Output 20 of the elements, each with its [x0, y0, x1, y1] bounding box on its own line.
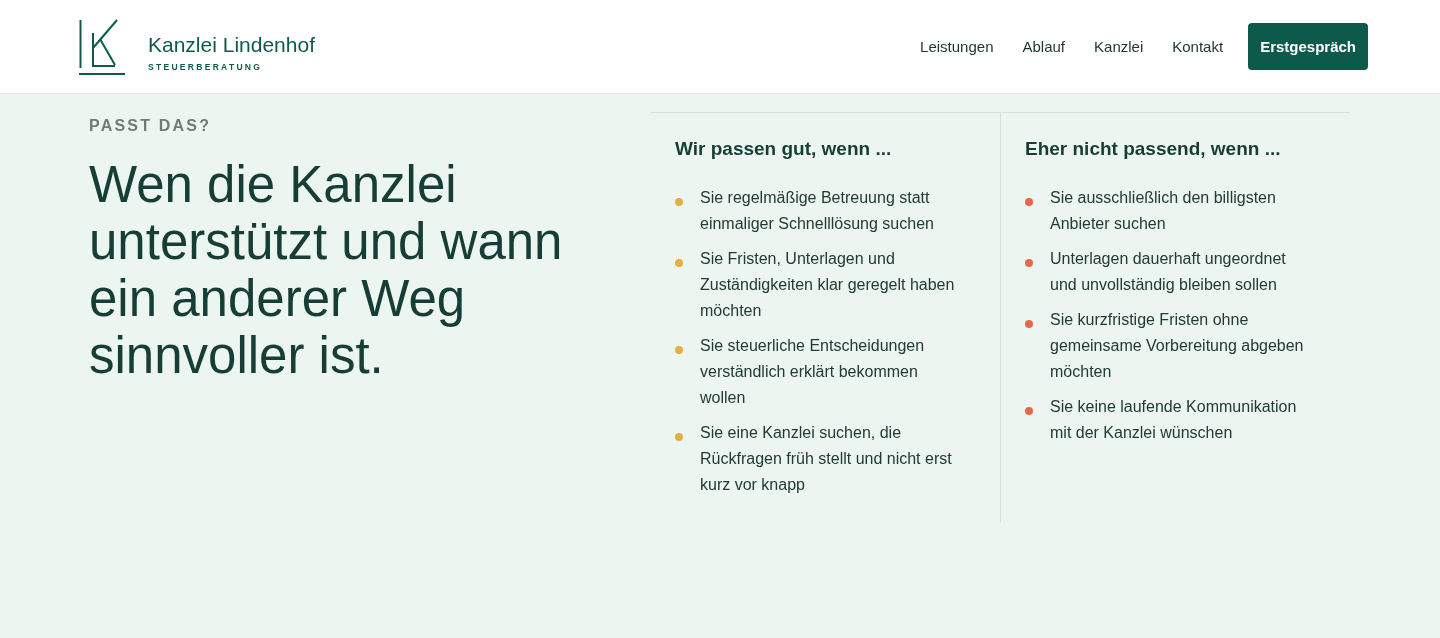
list-item-text: Sie keine laufende Kommunikation mit der Kanzlei wünschen	[1050, 397, 1298, 443]
list-item-text: Sie Fristen, Unterlagen und Zuständigkeiten klar geregelt haben möchten	[700, 249, 956, 321]
list-item-text: Sie steuerliche Entscheidungen verständlich erklärt bekommen wollen	[700, 336, 926, 408]
section-eyebrow: PASST DAS?	[89, 116, 213, 136]
list-item-text: Sie eine Kanzlei suchen, die Rückfragen früh stellt und nicht erst kurz vor knapp	[700, 423, 953, 495]
list-item-text: Sie kurzfristige Fristen ohne gemeinsame Vorbereitung abgeben möchten	[1050, 310, 1305, 382]
list-item-text: Sie ausschließlich den billigsten Anbieter suchen	[1050, 188, 1277, 234]
section-heading: Wen die Kanzlei unterstützt und wann ein anderer Weg sinnvoller ist.	[89, 156, 564, 384]
nav-link[interactable]: Leistungen	[920, 38, 994, 55]
nav-link[interactable]: Ablauf	[1022, 38, 1066, 55]
nav-link[interactable]: Kontakt	[1172, 38, 1224, 55]
nav-link[interactable]: Kanzlei	[1094, 38, 1144, 55]
column-title: Wir passen gut, wenn ...	[675, 137, 893, 161]
brand-tagline: STEUERBERATUNG	[148, 62, 264, 72]
logo-icon	[78, 17, 126, 76]
list-item-text: Sie regelmäßige Betreuung statt einmaliger Schnelllösung suchen	[700, 188, 935, 234]
column-title: Eher nicht passend, wenn ...	[1025, 137, 1282, 161]
consultation-button[interactable]: Erstgespräch	[1248, 23, 1368, 70]
brand-name: Kanzlei Lindenhof	[148, 33, 315, 57]
list-item-text: Unterlagen dauerhaft ungeordnet und unvollständig bleiben sollen	[1050, 249, 1287, 295]
